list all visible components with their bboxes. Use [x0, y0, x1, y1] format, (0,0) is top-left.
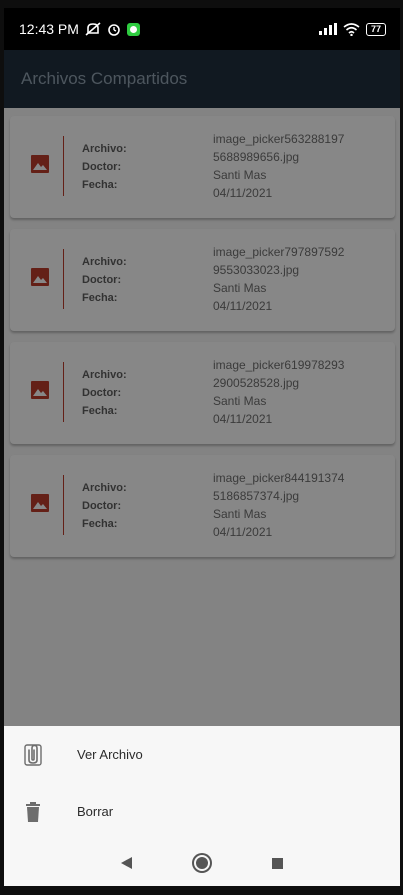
status-bar: 12:43 PM 77 — [4, 8, 400, 50]
recents-icon[interactable] — [272, 857, 283, 869]
mute-icon — [85, 22, 101, 36]
attachment-icon — [24, 743, 42, 766]
delete-label: Borrar — [77, 804, 114, 819]
status-time: 12:43 PM — [19, 21, 79, 37]
view-file-button[interactable]: Ver Archivo — [4, 726, 400, 783]
battery-icon: 77 — [365, 22, 386, 36]
phone-screen: 12:43 PM 77 Archivos Compartidos Archivo… — [4, 8, 400, 886]
modal-scrim-top[interactable] — [4, 50, 400, 108]
home-icon[interactable] — [196, 857, 208, 869]
alarm-icon — [108, 24, 120, 36]
system-nav-bar — [4, 840, 400, 886]
bottom-sheet: Ver Archivo Borrar — [4, 726, 400, 840]
trash-icon — [26, 801, 40, 822]
whatsapp-icon — [126, 22, 140, 36]
delete-button[interactable]: Borrar — [4, 783, 400, 840]
modal-scrim[interactable] — [4, 108, 400, 728]
back-icon[interactable] — [121, 857, 132, 869]
view-file-label: Ver Archivo — [77, 747, 143, 762]
wifi-icon — [343, 22, 360, 36]
signal-icon — [318, 23, 337, 35]
